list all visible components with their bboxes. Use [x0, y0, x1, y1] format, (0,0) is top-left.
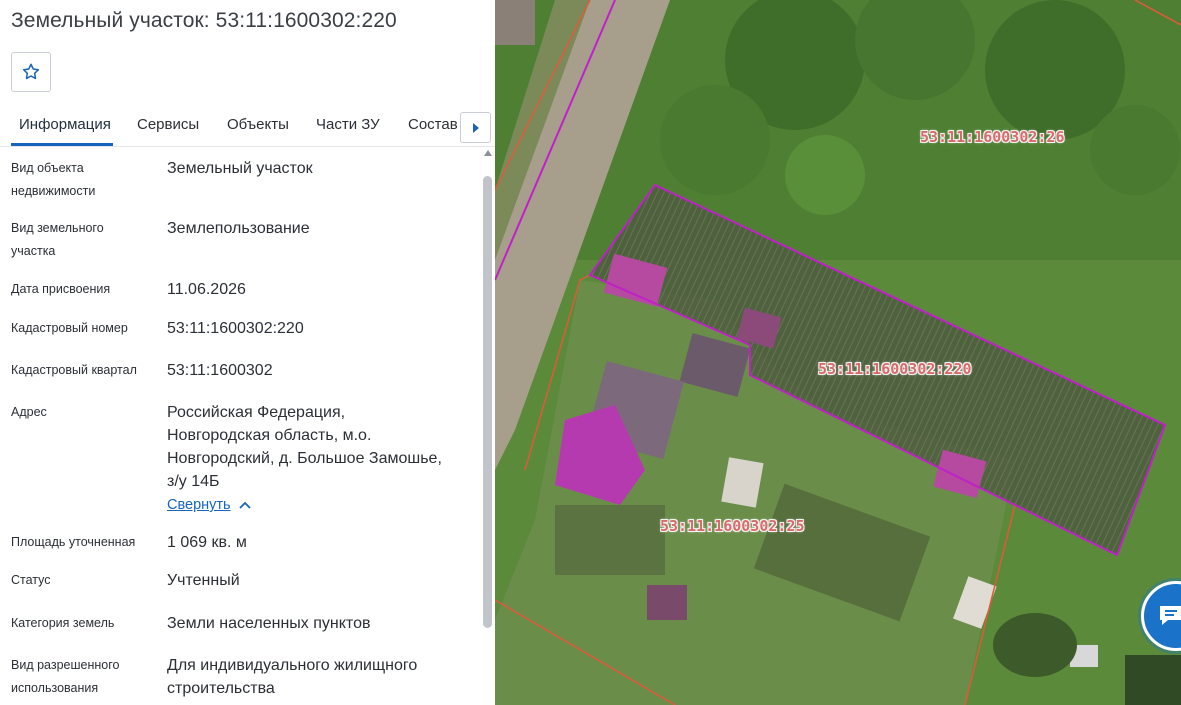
info-value: Землепользование [167, 220, 310, 237]
address-line: з/у 14Б [167, 473, 220, 490]
info-value[interactable]: 53:11:1600302 [167, 359, 472, 382]
info-label: Дата присвоения [11, 282, 111, 296]
info-label: Категория земель [11, 616, 115, 630]
info-value[interactable]: 53:11:1600302:220 [167, 317, 472, 340]
star-outline-icon [22, 63, 40, 80]
address-line: Новгородская область, м.о. [167, 427, 372, 444]
collapse-address-link[interactable]: Свернуть [167, 497, 251, 513]
parcel-label-220[interactable]: 53:11:1600302:220 [818, 360, 972, 378]
info-scrollbar[interactable] [481, 148, 495, 705]
info-value: Учтенный [167, 572, 240, 589]
tab-parcel-parts[interactable]: Части ЗУ [316, 116, 380, 133]
info-value: Земли населенных пунктов [167, 615, 371, 632]
info-value: 1 069 кв. м [167, 534, 247, 551]
info-value: Земельный участок [167, 160, 313, 177]
favorite-button[interactable] [11, 52, 51, 92]
active-tab-indicator [11, 143, 113, 146]
page-title: Земельный участок: 53:11:1600302:220 [11, 9, 397, 32]
tab-bar: Информация Сервисы Объекты Части ЗУ Сост… [0, 104, 495, 147]
satellite-map-image [495, 0, 1181, 705]
scroll-up-arrow[interactable] [484, 150, 492, 156]
info-panel: Земельный участок: 53:11:1600302:220 Инф… [0, 0, 495, 705]
tab-composition[interactable]: Состав [408, 116, 458, 133]
info-label: Кадастровый номер [11, 321, 128, 335]
parcel-label-26[interactable]: 53:11:1600302:26 [920, 128, 1065, 146]
tab-objects[interactable]: Объекты [227, 116, 289, 133]
info-label: Вид объекта недвижимости [11, 161, 96, 198]
chat-bubble-icon [1160, 606, 1181, 625]
tab-information[interactable]: Информация [19, 116, 111, 133]
address-value: Российская Федерация, Новгородская облас… [167, 401, 472, 493]
address-line: Российская Федерация, [167, 404, 346, 421]
info-label: Кадастровый квартал [11, 363, 137, 377]
info-label: Адрес [11, 405, 47, 419]
scroll-thumb[interactable] [483, 176, 492, 628]
info-label: Площадь уточненная [11, 535, 136, 549]
tab-services[interactable]: Сервисы [137, 116, 199, 133]
info-value: 11.06.2026 [167, 281, 246, 298]
parcel-label-25[interactable]: 53:11:1600302:25 [660, 517, 805, 535]
address-line: Новгородский, д. Большое Замошье, [167, 450, 442, 467]
info-list: Вид объекта недвижимости Земельный участ… [0, 148, 480, 705]
collapse-label: Свернуть [167, 497, 231, 513]
info-label: Вид земельного участка [11, 221, 104, 258]
info-label: Статус [11, 573, 51, 587]
chevron-right-icon [472, 122, 479, 133]
tabs-scroll-right-button[interactable] [460, 112, 491, 143]
map-view[interactable]: 53:11:1600302:26 53:11:1600302:220 53:11… [495, 0, 1181, 705]
info-value: Для индивидуального жилищного строительс… [167, 657, 418, 697]
chevron-up-icon [238, 501, 251, 509]
info-label: Вид разрешенного использования [11, 658, 120, 695]
